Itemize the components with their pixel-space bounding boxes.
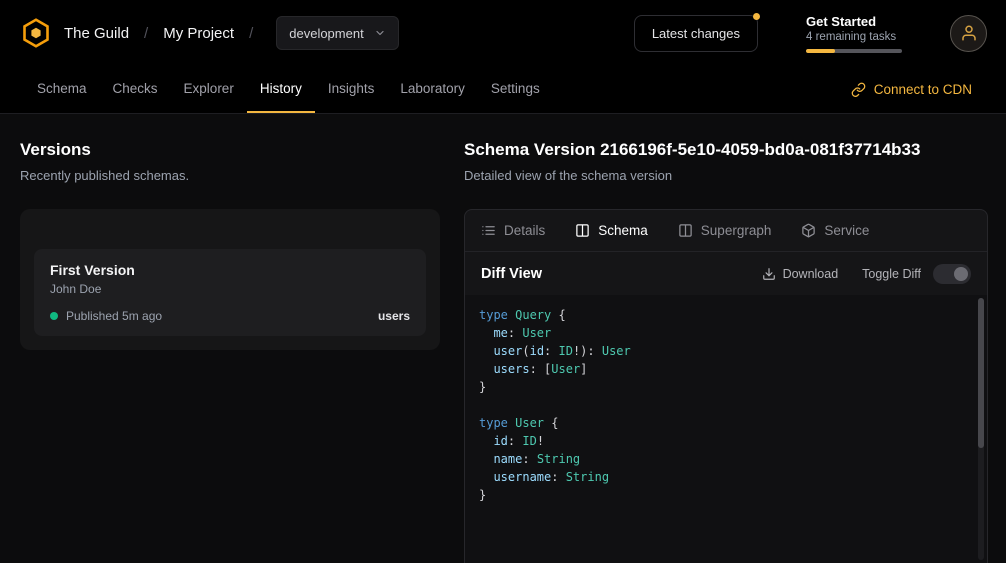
target-nav: Schema Checks Explorer History Insights … <box>0 66 1006 114</box>
download-icon <box>762 267 776 281</box>
detail-tab-label: Supergraph <box>701 223 772 238</box>
versions-card: First Version John Doe Published 5m ago … <box>20 209 440 350</box>
get-started-progress <box>806 49 902 53</box>
detail-tab-label: Schema <box>598 223 648 238</box>
nav-tab-schema[interactable]: Schema <box>24 66 100 113</box>
columns-icon <box>575 223 590 238</box>
diff-view-title: Diff View <box>481 266 542 282</box>
latest-changes-button[interactable]: Latest changes <box>634 15 758 52</box>
schema-code-viewer[interactable]: type Query { me: User user(id: ID!): Use… <box>465 295 987 563</box>
link-icon <box>851 82 866 97</box>
version-author: John Doe <box>50 282 410 296</box>
download-label: Download <box>783 267 839 281</box>
connect-to-cdn-button[interactable]: Connect to CDN <box>851 66 972 113</box>
toggle-diff-label: Toggle Diff <box>862 267 921 281</box>
box-icon <box>801 223 816 238</box>
nav-tab-insights[interactable]: Insights <box>315 66 388 113</box>
get-started-title: Get Started <box>806 14 902 29</box>
detail-tab-label: Service <box>824 223 869 238</box>
nav-tab-history[interactable]: History <box>247 66 315 113</box>
environment-selector-value: development <box>289 26 363 41</box>
published-status-dot <box>50 312 58 320</box>
user-avatar[interactable] <box>950 15 987 52</box>
breadcrumb-separator: / <box>249 25 253 42</box>
nav-tab-checks[interactable]: Checks <box>100 66 171 113</box>
version-service-badge: users <box>378 309 410 323</box>
nav-tab-settings[interactable]: Settings <box>478 66 553 113</box>
version-name: First Version <box>50 262 410 278</box>
version-detail-panel: Details Schema S <box>464 209 988 563</box>
code-scrollbar[interactable] <box>978 298 984 560</box>
code-scrollbar-thumb[interactable] <box>978 298 984 448</box>
environment-selector[interactable]: development <box>276 16 398 50</box>
version-detail-column: Schema Version 2166196f-5e10-4059-bd0a-0… <box>464 140 988 563</box>
detail-tab-schema[interactable]: Schema <box>575 223 648 238</box>
project-link[interactable]: My Project <box>163 25 234 42</box>
top-header: The Guild / My Project / development Lat… <box>0 0 1006 66</box>
breadcrumb: The Guild / My Project / development <box>20 16 399 50</box>
org-link[interactable]: The Guild <box>64 25 129 42</box>
diff-view-header: Diff View Download Toggle Diff <box>465 252 987 295</box>
get-started-tasks: 4 remaining tasks <box>806 31 902 43</box>
versions-title: Versions <box>20 140 440 160</box>
version-list-item[interactable]: First Version John Doe Published 5m ago … <box>34 249 426 336</box>
toggle-diff-knob <box>954 267 968 281</box>
version-detail-title: Schema Version 2166196f-5e10-4059-bd0a-0… <box>464 140 988 160</box>
detail-tab-details[interactable]: Details <box>481 223 545 238</box>
toggle-diff-switch[interactable] <box>933 264 971 284</box>
detail-tab-supergraph[interactable]: Supergraph <box>678 223 772 238</box>
user-icon <box>960 24 978 42</box>
breadcrumb-separator: / <box>144 25 148 42</box>
detail-tab-service[interactable]: Service <box>801 223 869 238</box>
get-started-widget[interactable]: Get Started 4 remaining tasks <box>806 14 902 53</box>
main-content: Versions Recently published schemas. Fir… <box>0 114 1006 563</box>
version-detail-tabs: Details Schema S <box>465 210 987 252</box>
version-detail-subtitle: Detailed view of the schema version <box>464 168 988 183</box>
list-icon <box>481 223 496 238</box>
columns-icon <box>678 223 693 238</box>
chevron-down-icon <box>374 27 386 39</box>
versions-subtitle: Recently published schemas. <box>20 168 440 183</box>
nav-tab-laboratory[interactable]: Laboratory <box>387 66 478 113</box>
hive-logo-icon[interactable] <box>20 17 52 49</box>
connect-to-cdn-label: Connect to CDN <box>874 82 972 97</box>
code-block: type Query { me: User user(id: ID!): Use… <box>479 306 967 504</box>
version-status: Published 5m ago <box>66 309 162 323</box>
versions-column: Versions Recently published schemas. Fir… <box>20 140 440 563</box>
detail-tab-label: Details <box>504 223 545 238</box>
latest-changes-label: Latest changes <box>652 26 740 41</box>
download-button[interactable]: Download <box>762 267 839 281</box>
notification-dot <box>753 13 760 20</box>
nav-tab-explorer[interactable]: Explorer <box>171 66 247 113</box>
get-started-progress-fill <box>806 49 835 53</box>
